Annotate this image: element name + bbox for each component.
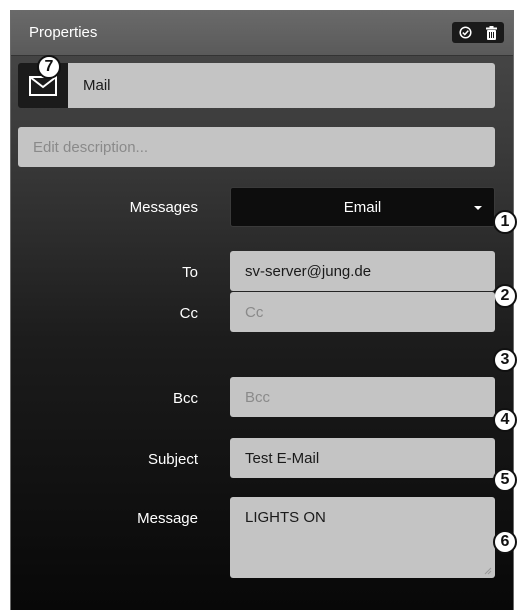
- callout-badge-5: 5: [493, 468, 517, 492]
- header-button-group: [452, 22, 504, 43]
- messages-dropdown[interactable]: Email: [230, 187, 495, 227]
- bcc-placeholder: Bcc: [245, 388, 271, 406]
- envelope-icon: [29, 75, 57, 96]
- panel-header: Properties: [11, 10, 513, 56]
- subject-label: Subject: [147, 451, 198, 468]
- callout-badge-6: 6: [493, 530, 517, 554]
- bcc-field[interactable]: Bcc: [230, 377, 495, 417]
- trash-icon[interactable]: [480, 22, 502, 43]
- mail-name-value: Mail: [83, 77, 111, 94]
- check-circle-icon[interactable]: [454, 22, 476, 43]
- panel-title: Properties: [29, 24, 98, 41]
- to-value: sv-server@jung.de: [245, 262, 372, 280]
- callout-badge-2: 2: [493, 284, 517, 308]
- description-field[interactable]: Edit description...: [18, 127, 495, 167]
- cc-field[interactable]: Cc: [230, 292, 495, 332]
- message-value: LIGHTS ON: [245, 509, 326, 526]
- resize-handle-icon[interactable]: [483, 566, 492, 575]
- description-placeholder: Edit description...: [33, 138, 149, 156]
- cc-label: Cc: [179, 305, 198, 322]
- to-field[interactable]: sv-server@jung.de: [230, 251, 495, 291]
- messages-label: Messages: [129, 199, 198, 216]
- subject-value: Test E-Mail: [245, 449, 320, 467]
- callout-badge-3: 3: [493, 348, 517, 372]
- message-label: Message: [137, 510, 198, 527]
- subject-field[interactable]: Test E-Mail: [230, 438, 495, 478]
- message-textarea[interactable]: LIGHTS ON: [230, 497, 495, 578]
- callout-badge-4: 4: [493, 408, 517, 432]
- messages-selected-value: Email: [343, 198, 382, 216]
- callout-badge-7: 7: [37, 55, 61, 79]
- callout-badge-1: 1: [493, 210, 517, 234]
- cc-placeholder: Cc: [245, 303, 264, 321]
- to-label: To: [182, 264, 198, 281]
- bcc-label: Bcc: [172, 390, 198, 407]
- chevron-down-icon: [474, 206, 482, 210]
- mail-name-field[interactable]: Mail: [68, 63, 495, 108]
